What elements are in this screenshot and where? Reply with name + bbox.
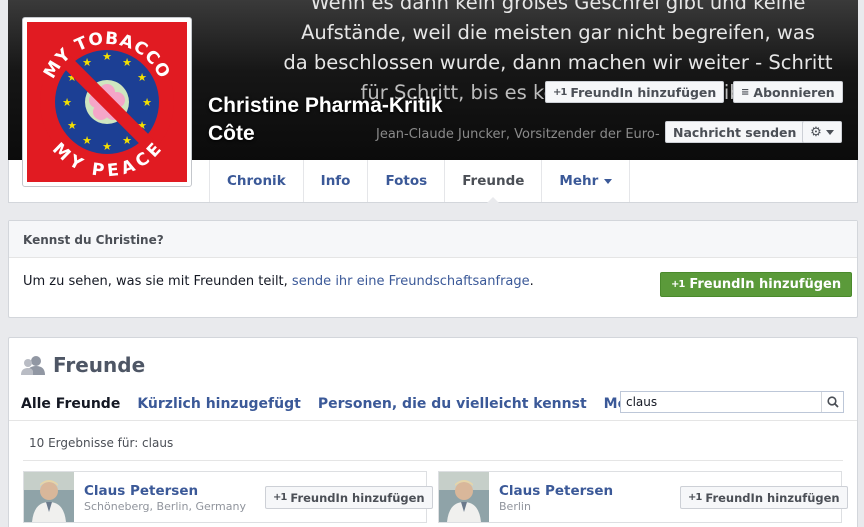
know-person-card: Kennst du Christine? Um zu sehen, was si…	[8, 220, 858, 318]
friends-filter-tabs: Alle Freunde Kürzlich hinzugefügt Person…	[21, 396, 661, 412]
svg-text:★: ★	[62, 96, 72, 109]
add-friend-label: FreundIn hinzufügen	[705, 490, 840, 505]
svg-text:★: ★	[122, 134, 132, 147]
friends-header: Freunde	[21, 353, 145, 377]
send-message-label: Nachricht senden	[673, 124, 797, 140]
send-message-button[interactable]: Nachricht senden	[665, 121, 805, 143]
svg-text:★: ★	[67, 119, 77, 132]
rss-icon: ≡	[741, 86, 750, 98]
settings-dropdown-button[interactable]: ⚙	[802, 121, 842, 143]
friends-search	[620, 391, 844, 413]
cover-quote-line: da beschlossen wurde, dann machen wir we…	[283, 51, 833, 74]
know-person-title: Kennst du Christine?	[9, 221, 857, 258]
friend-name-link[interactable]: Claus Petersen	[499, 483, 613, 499]
tab-all-friends[interactable]: Alle Freunde	[21, 396, 120, 412]
chevron-down-icon	[825, 129, 834, 135]
svg-text:★: ★	[137, 71, 147, 84]
add-friend-icon: +1	[688, 492, 702, 503]
add-friend-button[interactable]: +1 FreundIn hinzufügen	[680, 486, 848, 509]
svg-text:★: ★	[142, 96, 152, 109]
svg-text:★: ★	[82, 56, 92, 69]
friend-location: Schöneberg, Berlin, Germany	[84, 500, 246, 513]
subscribe-button[interactable]: ≡ Abonnieren	[733, 81, 843, 103]
search-icon	[826, 396, 839, 408]
search-button[interactable]	[821, 392, 843, 412]
divider	[9, 420, 857, 421]
friend-name-link[interactable]: Claus Petersen	[84, 483, 198, 499]
tab-label: Freunde	[462, 173, 525, 189]
friend-item: Claus Petersen Schöneberg, Berlin, Germa…	[23, 471, 433, 523]
tab-label: Mehr	[559, 173, 599, 189]
svg-text:★: ★	[102, 140, 112, 153]
friend-avatar[interactable]	[439, 472, 489, 522]
know-text-before: Um zu sehen, was sie mit Freunden teilt,	[23, 274, 292, 289]
tab-recently-added[interactable]: Kürzlich hinzugefügt	[137, 396, 301, 412]
tab-mehr[interactable]: Mehr	[541, 160, 631, 202]
add-friend-label: FreundIn hinzufügen	[290, 490, 425, 505]
results-count: 10 Ergebnisse für: claus	[29, 436, 174, 450]
add-friend-icon: +1	[671, 279, 685, 290]
friends-search-input[interactable]	[621, 392, 821, 412]
tab-label: Info	[320, 173, 351, 189]
add-friend-icon: +1	[273, 492, 287, 503]
friends-section: Freunde Alle Freunde Kürzlich hinzugefüg…	[8, 337, 858, 527]
add-friend-primary-button[interactable]: +1 FreundIn hinzufügen	[660, 272, 853, 297]
know-person-text: Um zu sehen, was sie mit Freunden teilt,…	[23, 274, 534, 289]
add-friend-button[interactable]: +1 FreundIn hinzufügen	[545, 81, 725, 103]
friend-item: Claus Petersen Berlin +1 FreundIn hinzuf…	[438, 471, 848, 523]
friend-avatar[interactable]	[24, 472, 74, 522]
friend-location: Berlin	[499, 500, 531, 513]
tab-info[interactable]: Info	[302, 160, 368, 202]
profile-name-line: Côte	[208, 122, 255, 145]
divider	[23, 460, 843, 461]
tab-people-you-may-know[interactable]: Personen, die du vielleicht kennst	[318, 396, 587, 412]
friend-request-link[interactable]: sende ihr eine Freundschaftsanfrage	[292, 274, 530, 289]
profile-name-line: Christine Pharma-Kritik	[208, 94, 443, 117]
cover-quote-line: Aufstände, weil die meisten gar nicht be…	[301, 21, 815, 44]
tab-fotos[interactable]: Fotos	[367, 160, 444, 202]
add-friend-label: FreundIn hinzufügen	[570, 84, 717, 100]
profile-name[interactable]: Christine Pharma-Kritik Côte	[208, 92, 443, 148]
my-tobacco-logo: ★ ★ ★ ★ ★ ★ ★ ★ ★ ★ ★ ★ MY TOBACCO MY PE…	[27, 22, 187, 182]
tab-freunde[interactable]: Freunde	[444, 160, 541, 203]
gear-icon: ⚙	[810, 124, 822, 139]
profile-tabs: Chronik Info Fotos Freunde Mehr	[209, 160, 631, 203]
cover-quote-line: Wenn es dann kein großes Geschrei gibt u…	[310, 0, 806, 14]
tab-label: Chronik	[227, 173, 286, 189]
svg-text:★: ★	[82, 134, 92, 147]
svg-text:★: ★	[102, 50, 112, 63]
tab-label: Fotos	[385, 173, 428, 189]
tab-chronik[interactable]: Chronik	[209, 160, 303, 202]
add-friend-icon: +1	[553, 86, 567, 98]
profile-picture[interactable]: ★ ★ ★ ★ ★ ★ ★ ★ ★ ★ ★ ★ MY TOBACCO MY PE…	[22, 17, 192, 187]
add-friend-label: FreundIn hinzufügen	[689, 277, 842, 292]
friends-title: Freunde	[53, 353, 146, 377]
friends-icon	[21, 356, 45, 375]
chevron-down-icon	[604, 178, 613, 184]
subscribe-label: Abonnieren	[753, 84, 835, 100]
know-text-after: .	[529, 274, 534, 289]
svg-text:★: ★	[122, 56, 132, 69]
add-friend-button[interactable]: +1 FreundIn hinzufügen	[265, 486, 433, 509]
